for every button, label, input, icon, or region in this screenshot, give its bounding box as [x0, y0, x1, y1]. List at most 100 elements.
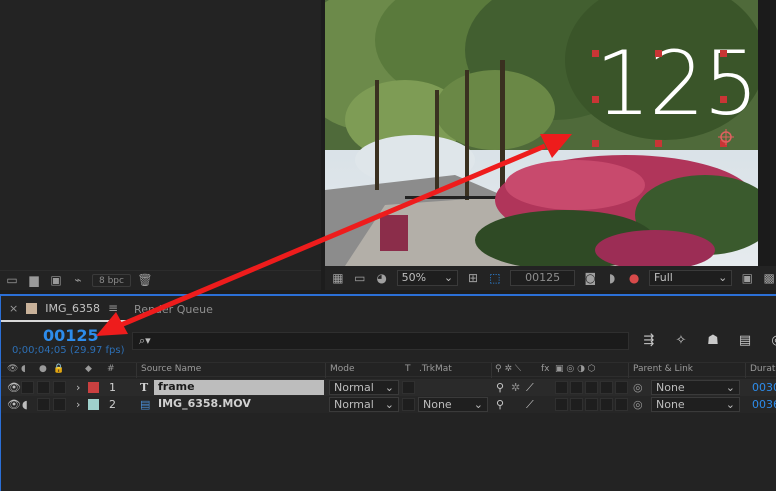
- bit-depth-button[interactable]: 8 bpc: [92, 274, 131, 287]
- trkmat-select[interactable]: None ⌄: [418, 397, 488, 412]
- anchor-point-icon[interactable]: [718, 129, 734, 145]
- 3d-layer-switch[interactable]: [615, 381, 628, 394]
- layer-duration[interactable]: 0030: [752, 379, 776, 396]
- preserve-transparency-toggle[interactable]: [402, 398, 415, 411]
- frame-blend-switch[interactable]: [570, 398, 583, 411]
- effect-switch[interactable]: [555, 381, 568, 394]
- motion-blur-icon[interactable]: ◎: [769, 333, 776, 348]
- composition-viewer[interactable]: 125: [325, 0, 776, 266]
- mode-header[interactable]: Mode: [330, 364, 355, 374]
- transform-handle-bc[interactable]: [655, 140, 662, 147]
- new-composition-icon[interactable]: ▣: [48, 274, 64, 287]
- viewer-toolbar: ▦ ▭ ◕ 50% ⌄ ⊞ ⬚ 00125 ◙ ◗ ● Full ⌄ ▣ ▩: [325, 266, 776, 290]
- pick-whip-icon[interactable]: ◎: [633, 396, 643, 413]
- grid-guides-icon[interactable]: ⊞: [466, 271, 480, 285]
- pick-whip-icon[interactable]: ◎: [633, 379, 643, 396]
- adjustment-switch[interactable]: [600, 398, 613, 411]
- transform-handle-tc[interactable]: [655, 50, 662, 57]
- solo-column-icon[interactable]: ●: [39, 364, 47, 374]
- mask-visibility-icon[interactable]: ◕: [375, 271, 389, 285]
- eye-icon[interactable]: 👁: [7, 396, 21, 413]
- flowchart-icon[interactable]: ⌁: [70, 274, 86, 287]
- motion-blur-switch[interactable]: [585, 381, 598, 394]
- layer-name-field[interactable]: frame: [154, 380, 324, 395]
- lock-column-icon[interactable]: 🔒: [53, 364, 64, 374]
- transform-handle-mr[interactable]: [720, 96, 727, 103]
- layer-label-color[interactable]: [88, 382, 99, 393]
- layer-duration[interactable]: 0036: [752, 396, 776, 413]
- channel-icon[interactable]: ●: [627, 271, 641, 285]
- tab-render-queue[interactable]: Render Queue: [126, 296, 221, 322]
- adjustment-switch[interactable]: [600, 381, 613, 394]
- layer-search-input[interactable]: ⌕▾: [132, 332, 629, 350]
- transparency-grid-icon[interactable]: ▩: [762, 271, 776, 285]
- source-name-header[interactable]: Source Name: [141, 364, 201, 374]
- effect-switch[interactable]: [555, 398, 568, 411]
- blend-mode-select[interactable]: Normal ⌄: [329, 380, 399, 395]
- close-icon[interactable]: ×: [9, 302, 18, 315]
- transform-handle-ml[interactable]: [592, 96, 599, 103]
- trkmat-value: None: [423, 398, 452, 411]
- panel-menu-icon[interactable]: ≡: [108, 301, 118, 315]
- collapse-switch-icon[interactable]: ✲: [511, 379, 520, 396]
- parent-select[interactable]: None ⌄: [651, 380, 740, 395]
- audio-column-icon[interactable]: ◖: [21, 364, 26, 374]
- new-folder-icon[interactable]: ▆: [26, 274, 42, 287]
- resolution-select[interactable]: Full ⌄: [649, 270, 733, 286]
- tab-img-6358[interactable]: × IMG_6358 ≡: [1, 296, 127, 322]
- layer-number: 2: [109, 398, 116, 411]
- preserve-transparency-toggle[interactable]: [402, 381, 415, 394]
- monitor-icon[interactable]: ▭: [353, 271, 367, 285]
- transform-handle-tl[interactable]: [592, 50, 599, 57]
- frame-blending-icon[interactable]: ▤: [737, 333, 753, 348]
- quality-switch-icon[interactable]: ⟋: [526, 379, 534, 396]
- transform-handle-tr[interactable]: [720, 50, 727, 57]
- parent-link-header[interactable]: Parent & Link: [633, 364, 693, 374]
- audio-toggle[interactable]: [21, 381, 34, 394]
- chevron-right-icon[interactable]: ›: [76, 379, 80, 396]
- frame-blend-switch[interactable]: [570, 381, 583, 394]
- layer-label-color[interactable]: [88, 399, 99, 410]
- quality-switch-icon[interactable]: ⟋: [526, 396, 534, 413]
- region-of-interest-icon[interactable]: ⬚: [488, 271, 502, 285]
- trash-icon[interactable]: 🗑: [137, 274, 153, 287]
- trkmat-header[interactable]: .TrkMat: [419, 364, 452, 374]
- chevron-right-icon[interactable]: ›: [76, 396, 80, 413]
- solo-toggle[interactable]: [37, 381, 50, 394]
- video-column-icon[interactable]: 👁: [7, 364, 18, 374]
- magnification-select[interactable]: 50% ⌄: [396, 270, 459, 286]
- current-timecode[interactable]: 00125: [43, 326, 99, 345]
- fx-header: fx: [541, 364, 550, 374]
- parent-value: None: [656, 398, 685, 411]
- speaker-icon[interactable]: ◖: [22, 396, 28, 413]
- always-preview-icon[interactable]: ▦: [331, 271, 345, 285]
- composition-flowchart-icon[interactable]: ⇶: [641, 333, 657, 348]
- snapshot-icon[interactable]: ◙: [583, 271, 597, 285]
- parent-select[interactable]: None ⌄: [651, 397, 740, 412]
- interpret-footage-icon[interactable]: ▭: [4, 274, 20, 287]
- shy-switch-icon[interactable]: ⚲: [496, 379, 504, 396]
- solo-toggle[interactable]: [37, 398, 50, 411]
- label-column-icon[interactable]: ◆: [85, 364, 92, 374]
- layer-row[interactable]: 👁 ◖ › 2 ▤ IMG_6358.MOV Normal ⌄ None ⌄ ⚲…: [1, 396, 776, 413]
- lock-toggle[interactable]: [53, 381, 66, 394]
- 3d-layer-switch[interactable]: [615, 398, 628, 411]
- eye-icon[interactable]: 👁: [7, 379, 21, 396]
- fast-preview-icon[interactable]: ▣: [740, 271, 754, 285]
- current-time-field[interactable]: 00125: [509, 270, 576, 286]
- trkmat-select-empty: [418, 380, 488, 395]
- layer-name-field[interactable]: IMG_6358.MOV: [154, 397, 324, 412]
- shy-layers-icon[interactable]: ☗: [705, 333, 721, 348]
- text-layer-125[interactable]: 125: [595, 40, 758, 128]
- duration-header[interactable]: Duratio: [750, 364, 776, 374]
- draft-3d-icon[interactable]: ✧: [673, 333, 689, 348]
- lock-toggle[interactable]: [53, 398, 66, 411]
- after-effects-window: ▭ ▆ ▣ ⌁ 8 bpc 🗑 125 ▦ ▭ ◕ 50% ⌄ ⊞ ⬚ 0012…: [0, 0, 776, 491]
- layer-number: 1: [109, 381, 116, 394]
- transform-handle-bl[interactable]: [592, 140, 599, 147]
- motion-blur-switch[interactable]: [585, 398, 598, 411]
- show-snapshot-icon[interactable]: ◗: [605, 271, 619, 285]
- blend-mode-select[interactable]: Normal ⌄: [329, 397, 399, 412]
- layer-row[interactable]: 👁 › 1 T frame Normal ⌄ ⚲ ✲ ⟋ ◎ None ⌄ 00…: [1, 379, 776, 396]
- shy-switch-icon[interactable]: ⚲: [496, 396, 504, 413]
